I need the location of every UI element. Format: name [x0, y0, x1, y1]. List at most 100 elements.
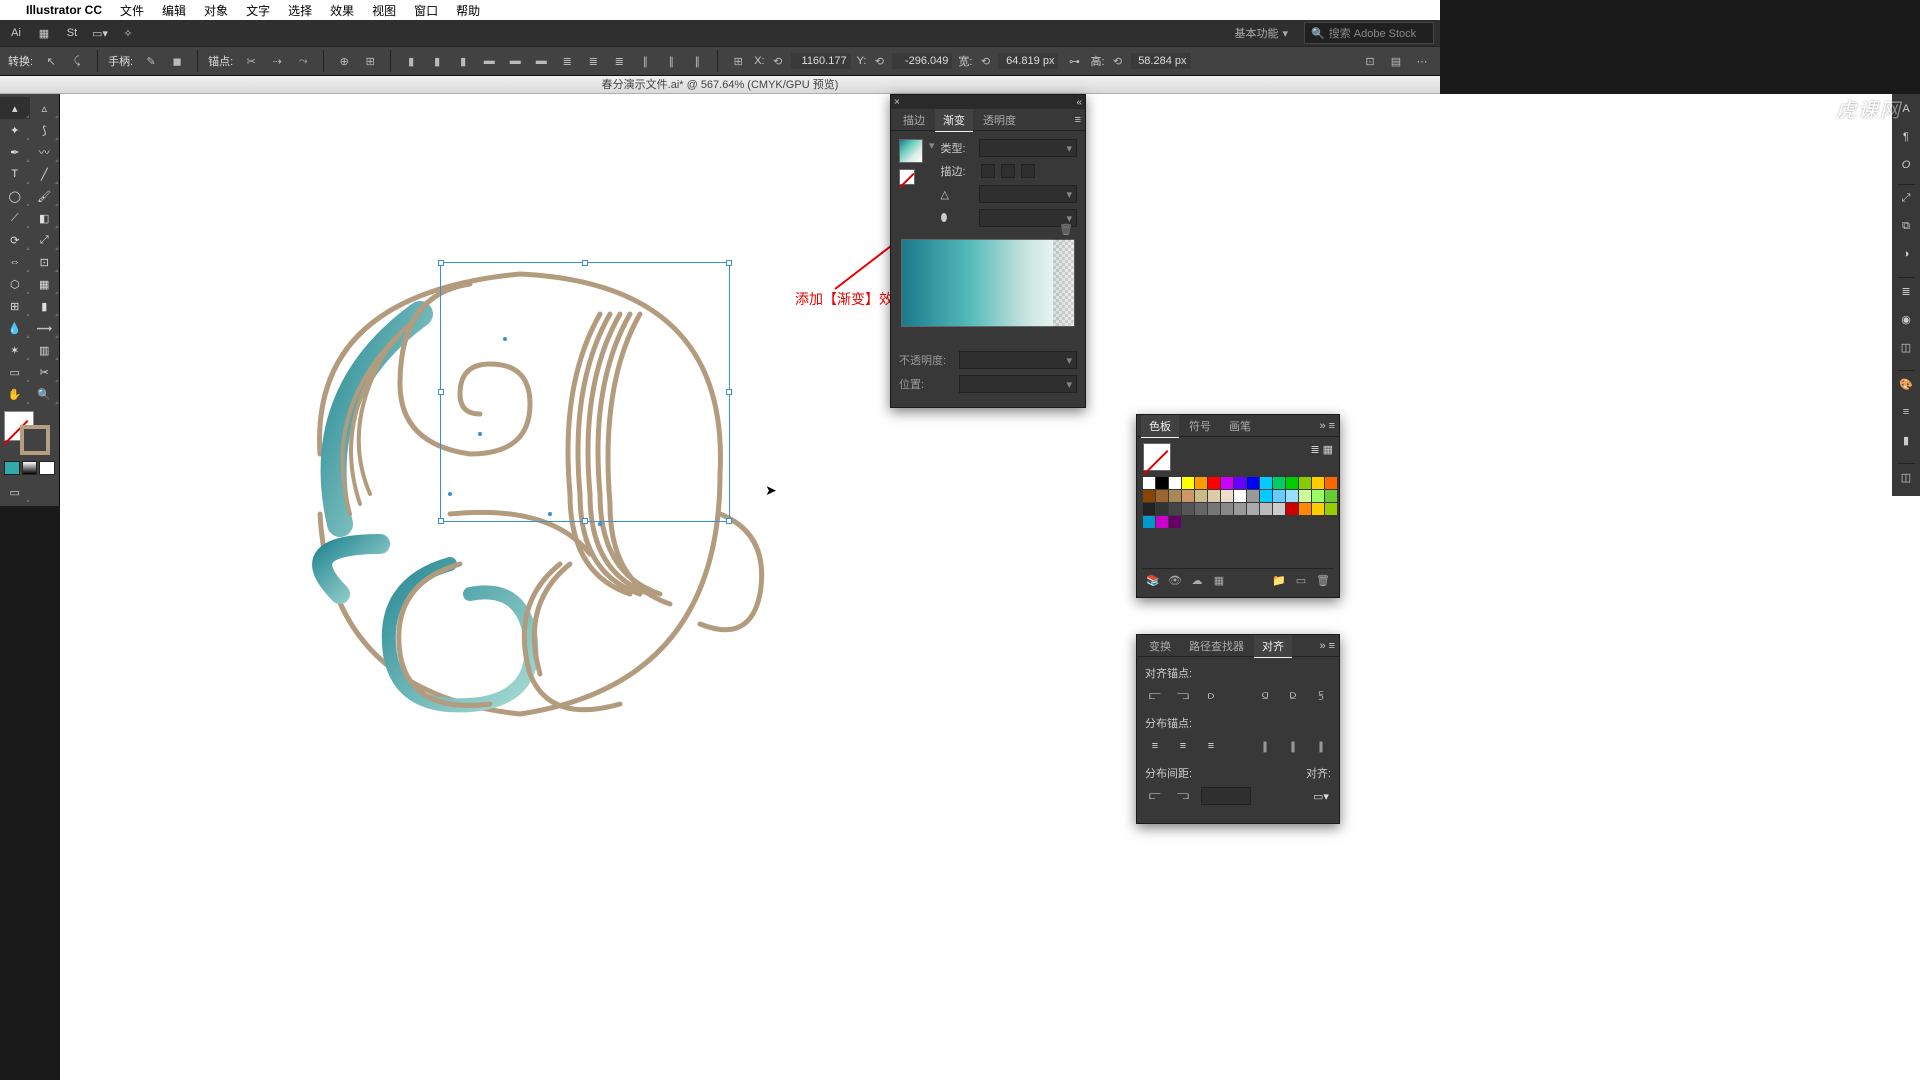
align-top-icon[interactable]: ⫑ [1255, 687, 1275, 705]
dist-v1-icon[interactable]: ∥ [635, 51, 655, 71]
menu-file[interactable]: 文件 [120, 2, 144, 19]
swatch-cell[interactable] [1273, 490, 1285, 502]
dist-top-icon[interactable]: ≡ [1145, 737, 1165, 755]
link-w-icon[interactable]: ⟲ [975, 51, 995, 71]
artboard-tool[interactable]: ▭ [0, 361, 30, 383]
dist-h3-icon[interactable]: ≣ [609, 51, 629, 71]
bridge-icon[interactable]: ▦ [34, 23, 54, 43]
handle-mr[interactable] [726, 389, 732, 395]
swatch-cell[interactable] [1156, 503, 1168, 515]
swatch-cell[interactable] [1234, 490, 1246, 502]
panel-menu-icon[interactable]: ≡ [1329, 420, 1335, 432]
rotate-tool[interactable]: ⟳ [0, 229, 30, 251]
stroke-mode-3[interactable] [1021, 164, 1035, 178]
dock-opentype-icon[interactable]: O [1897, 156, 1915, 174]
swatch-delete-icon[interactable]: 🗑 [1315, 573, 1331, 587]
handle-ml[interactable] [438, 389, 444, 395]
tab-transform[interactable]: 变换 [1141, 635, 1179, 657]
pen-tool[interactable]: ✒ [0, 141, 30, 163]
dock-char-icon[interactable]: A [1897, 100, 1915, 118]
free-transform-tool[interactable]: ⊡ [30, 251, 60, 273]
menu-type[interactable]: 文字 [246, 2, 270, 19]
tab-align[interactable]: 对齐 [1254, 635, 1292, 658]
graph-tool[interactable]: ▥ [30, 339, 60, 361]
swatch-cell[interactable] [1221, 490, 1233, 502]
stop-opacity-input[interactable]: ▾ [959, 351, 1077, 369]
shaper-tool[interactable]: ⟋ [0, 207, 30, 229]
hand-tool[interactable]: ✋ [0, 383, 30, 405]
swatch-cell[interactable] [1169, 503, 1181, 515]
swatch-cell[interactable] [1156, 516, 1168, 528]
align-hcenter-icon[interactable]: ⫎ [1173, 687, 1193, 705]
swatch-cell[interactable] [1312, 503, 1324, 515]
stroke-mode-2[interactable] [1001, 164, 1015, 178]
grid-view-icon[interactable]: ▦ [1323, 443, 1333, 456]
selection-tool[interactable]: ▴ [0, 97, 30, 119]
convert-corner-icon[interactable]: ↖ [41, 51, 61, 71]
current-fill-swatch[interactable] [1143, 443, 1171, 471]
app-name[interactable]: Illustrator CC [26, 3, 102, 17]
gradient-preview-swatch[interactable] [899, 139, 923, 163]
swatch-cell[interactable] [1286, 503, 1298, 515]
edit-icon[interactable]: ▤ [1386, 51, 1406, 71]
swatch-cell[interactable] [1195, 503, 1207, 515]
swatch-cell[interactable] [1208, 477, 1220, 489]
eraser-tool[interactable]: ◧ [30, 207, 60, 229]
search-stock-input[interactable]: 🔍 搜索 Adobe Stock [1304, 22, 1434, 44]
line-tool[interactable]: ╱ [30, 163, 60, 185]
shape-builder-tool[interactable]: ⬡ [0, 273, 30, 295]
reference-point-icon[interactable]: ⊞ [728, 51, 748, 71]
tab-stroke[interactable]: 描边 [895, 109, 933, 131]
swatch-cell[interactable] [1182, 477, 1194, 489]
dock-gradient-icon[interactable]: ▮ [1897, 431, 1915, 449]
tab-transparency[interactable]: 透明度 [975, 109, 1024, 131]
y-value[interactable]: -296.049 [892, 53, 952, 69]
swatch-cell[interactable] [1273, 503, 1285, 515]
workspace-mode[interactable]: 基本功能 ▾ [1226, 23, 1296, 43]
swatch-cell[interactable] [1234, 503, 1246, 515]
link-x-icon[interactable]: ⟲ [768, 51, 788, 71]
anchor-curve-icon[interactable]: ⤳ [293, 51, 313, 71]
dock-swatches-icon[interactable]: 🎨 [1897, 375, 1915, 393]
swatch-lib-icon[interactable]: 📚 [1145, 573, 1161, 587]
align-vcenter-icon[interactable]: ⫒ [1283, 687, 1303, 705]
symbol-sprayer-tool[interactable]: ✶ [0, 339, 30, 361]
dock-appearance-icon[interactable]: ◉ [1897, 310, 1915, 328]
swatch-cell[interactable] [1299, 503, 1311, 515]
swatch-cell[interactable] [1156, 477, 1168, 489]
dist-v3-icon[interactable]: ∥ [687, 51, 707, 71]
dist-vcenter-icon[interactable]: ≡ [1173, 737, 1193, 755]
dist-right-icon[interactable]: ∥ [1311, 737, 1331, 755]
swatch-cell[interactable] [1247, 490, 1259, 502]
swatch-cell[interactable] [1273, 477, 1285, 489]
fill-stroke-indicator[interactable] [4, 411, 54, 455]
tab-brushes[interactable]: 画笔 [1221, 415, 1259, 437]
swatch-cell[interactable] [1143, 503, 1155, 515]
panel-expand-icon[interactable]: » [1319, 420, 1325, 432]
gradient-tool[interactable]: ▮ [30, 295, 60, 317]
tab-pathfinder[interactable]: 路径查找器 [1181, 635, 1252, 657]
gradient-type-dropdown[interactable]: ▾ [979, 139, 1077, 157]
lasso-tool[interactable]: ⟆ [30, 119, 60, 141]
swatch-cell[interactable] [1299, 477, 1311, 489]
convert-smooth-icon[interactable]: ⤹ [67, 51, 87, 71]
dist-h2-icon[interactable]: ≣ [583, 51, 603, 71]
dock-color-icon[interactable]: ◑ [1897, 245, 1915, 263]
menu-help[interactable]: 帮助 [456, 2, 480, 19]
menu-object[interactable]: 对象 [204, 2, 228, 19]
swatch-cell[interactable] [1286, 477, 1298, 489]
swatch-cell[interactable] [1208, 503, 1220, 515]
curvature-tool[interactable]: 〰 [30, 141, 60, 163]
handle-bm[interactable] [582, 518, 588, 524]
none-mode-swatch[interactable] [39, 461, 55, 475]
pref-icon[interactable]: ✧ [118, 23, 138, 43]
screen-mode-tool[interactable]: ▭ [0, 481, 30, 503]
panel-collapse-icon[interactable]: « [1076, 97, 1082, 108]
panel-menu-icon[interactable]: ≡ [1075, 114, 1081, 126]
swatch-cell[interactable] [1169, 490, 1181, 502]
menu-window[interactable]: 窗口 [414, 2, 438, 19]
dock-layers-icon[interactable]: ≣ [1897, 282, 1915, 300]
gradient-mode-swatch[interactable] [22, 461, 38, 475]
tab-gradient[interactable]: 渐变 [935, 109, 973, 132]
swatch-cell[interactable] [1169, 477, 1181, 489]
